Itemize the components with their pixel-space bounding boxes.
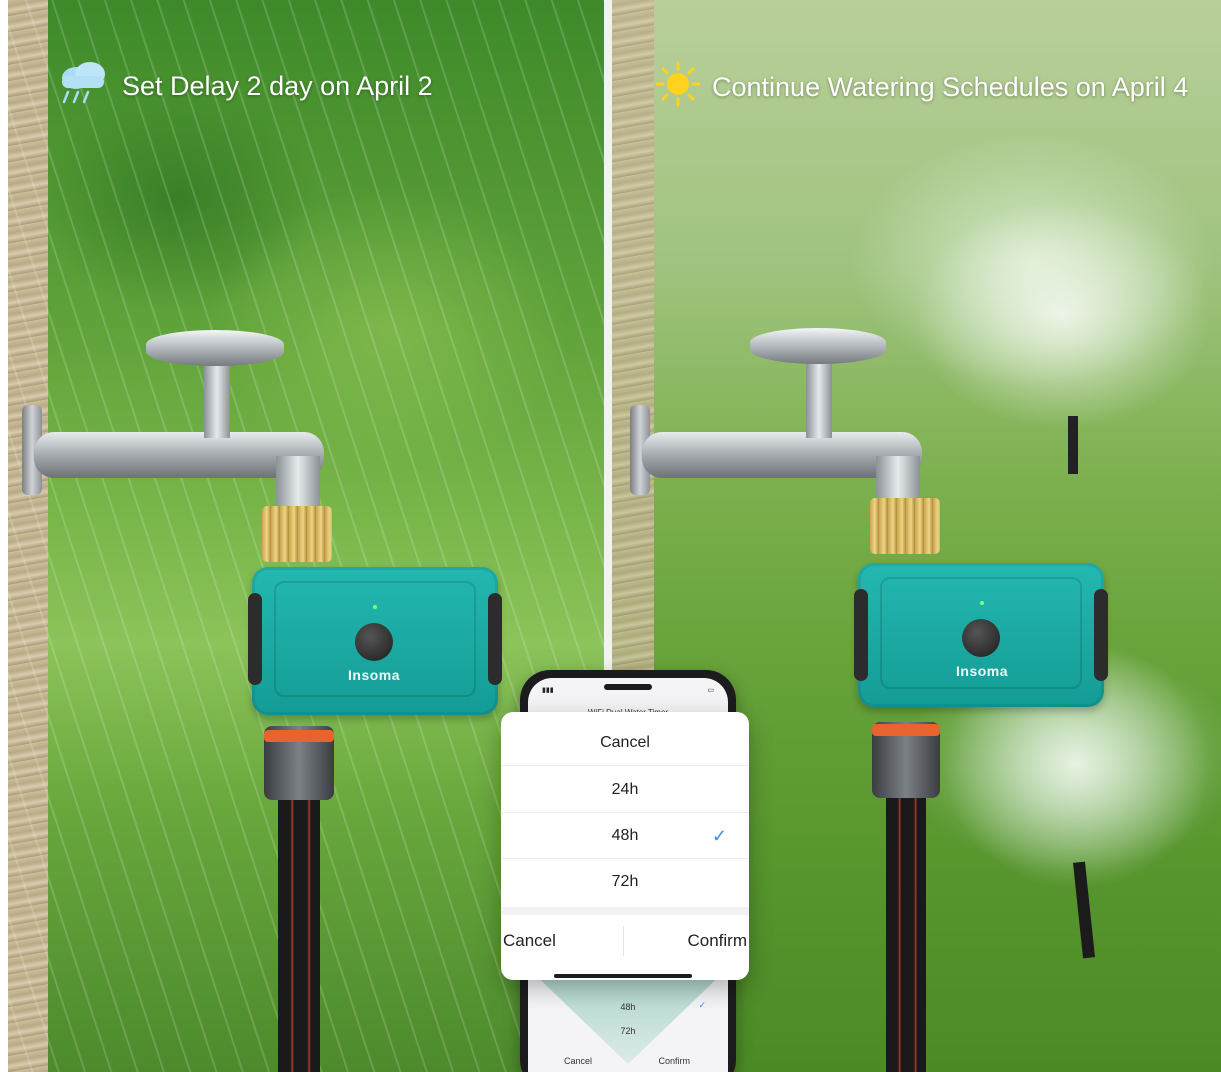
continue-schedule-caption-text: Continue Watering Schedules on April 4 — [712, 72, 1189, 102]
delay-option-72h[interactable]: 72h — [501, 859, 749, 905]
sun-icon — [654, 60, 702, 115]
delay-option-24h[interactable]: 24h — [501, 767, 749, 813]
hose-connector-ring — [872, 724, 940, 736]
sprinkler-head — [1068, 416, 1078, 474]
timer-power-button[interactable] — [355, 623, 393, 661]
timer-grip-left — [854, 589, 868, 681]
sheet-divider — [501, 907, 749, 915]
status-bar: ▮▮▮ ▭ — [542, 686, 714, 694]
faucet-spout — [876, 456, 920, 504]
checkmark-icon: ✓ — [698, 1000, 706, 1010]
brass-connector — [262, 506, 332, 562]
faucet-handle — [146, 330, 284, 366]
garden-hose — [278, 800, 320, 1072]
background-actions: Cancel Confirm — [528, 1056, 728, 1066]
delay-picker-sheet: Cancel 24h 48h ✓ 72h Cancel Confirm — [501, 712, 749, 980]
device-brand-label: Insoma — [348, 667, 401, 683]
water-timer-device: Insoma — [248, 567, 502, 715]
button-separator — [623, 926, 624, 956]
timer-grip-right — [1094, 589, 1108, 681]
background-confirm: Confirm — [658, 1056, 690, 1066]
hose-connector-ring — [264, 730, 334, 742]
confirm-button[interactable]: Confirm — [687, 915, 747, 967]
battery-icon: ▭ — [707, 687, 714, 694]
delay-option-label: 72h — [611, 873, 639, 890]
delay-option-label: 24h — [611, 781, 639, 798]
faucet-stem — [806, 352, 832, 438]
picker-header-cancel[interactable]: Cancel — [501, 720, 749, 766]
water-timer-device: Insoma — [854, 563, 1108, 707]
rain-cloud-icon — [54, 60, 112, 113]
timer-grip-right — [488, 593, 502, 685]
background-row-72h: 72h — [620, 1026, 636, 1036]
sprinkler-spray — [912, 200, 1212, 430]
cancel-button[interactable]: Cancel — [503, 915, 556, 967]
rain-delay-caption-text: Set Delay 2 day on April 2 — [122, 71, 433, 101]
home-indicator — [554, 974, 692, 978]
rain-delay-caption: Set Delay 2 day on April 2 — [54, 60, 433, 113]
delay-option-48h[interactable]: 48h ✓ — [501, 813, 749, 859]
device-brand-label: Insoma — [956, 663, 1009, 679]
timer-grip-left — [248, 593, 262, 685]
garden-hose — [886, 798, 926, 1072]
background-cancel: Cancel — [564, 1056, 593, 1066]
brass-connector — [870, 498, 940, 554]
faucet-handle — [750, 328, 886, 364]
status-led — [373, 605, 377, 609]
faucet-spout — [276, 456, 320, 512]
status-led — [980, 601, 984, 605]
signal-icon: ▮▮▮ — [542, 687, 554, 694]
checkmark-icon: ✓ — [711, 826, 727, 846]
timer-power-button[interactable] — [962, 619, 1000, 657]
continue-schedule-caption: Continue Watering Schedules on April 4 — [654, 60, 1188, 115]
delay-option-label: 48h — [611, 827, 639, 844]
